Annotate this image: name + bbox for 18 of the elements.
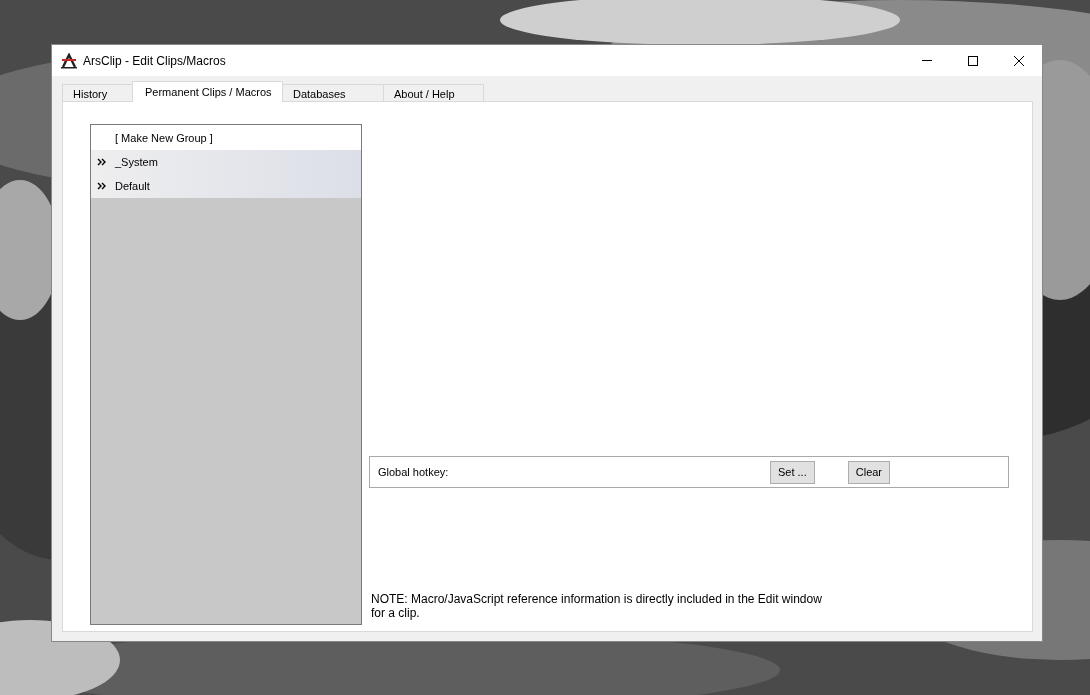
tab[interactable]: History [62,84,133,101]
note-text: NOTE: Macro/JavaScript reference information is directly included in the Edit window for a clip. [371,592,823,620]
double-chevron-icon [97,182,107,190]
group-item[interactable]: _System [91,150,361,174]
group-item[interactable]: Default [91,174,361,198]
tab[interactable]: Permanent Clips / Macros [132,81,283,102]
tab[interactable]: About / Help [383,84,484,101]
maximize-icon [967,54,979,67]
tab[interactable]: Databases [282,84,384,101]
window-title: ArsClip - Edit Clips/Macros [83,53,227,68]
clear-button[interactable]: Clear [847,460,891,484]
double-chevron-icon [97,158,107,166]
app-logo-icon [61,52,77,69]
close-icon [1013,54,1025,67]
make-new-group-item[interactable]: [ Make New Group ] [91,125,361,150]
hotkey-label: Global hotkey: [378,466,450,478]
minimize-icon [922,60,932,61]
set-button[interactable]: Set ... [770,460,815,484]
